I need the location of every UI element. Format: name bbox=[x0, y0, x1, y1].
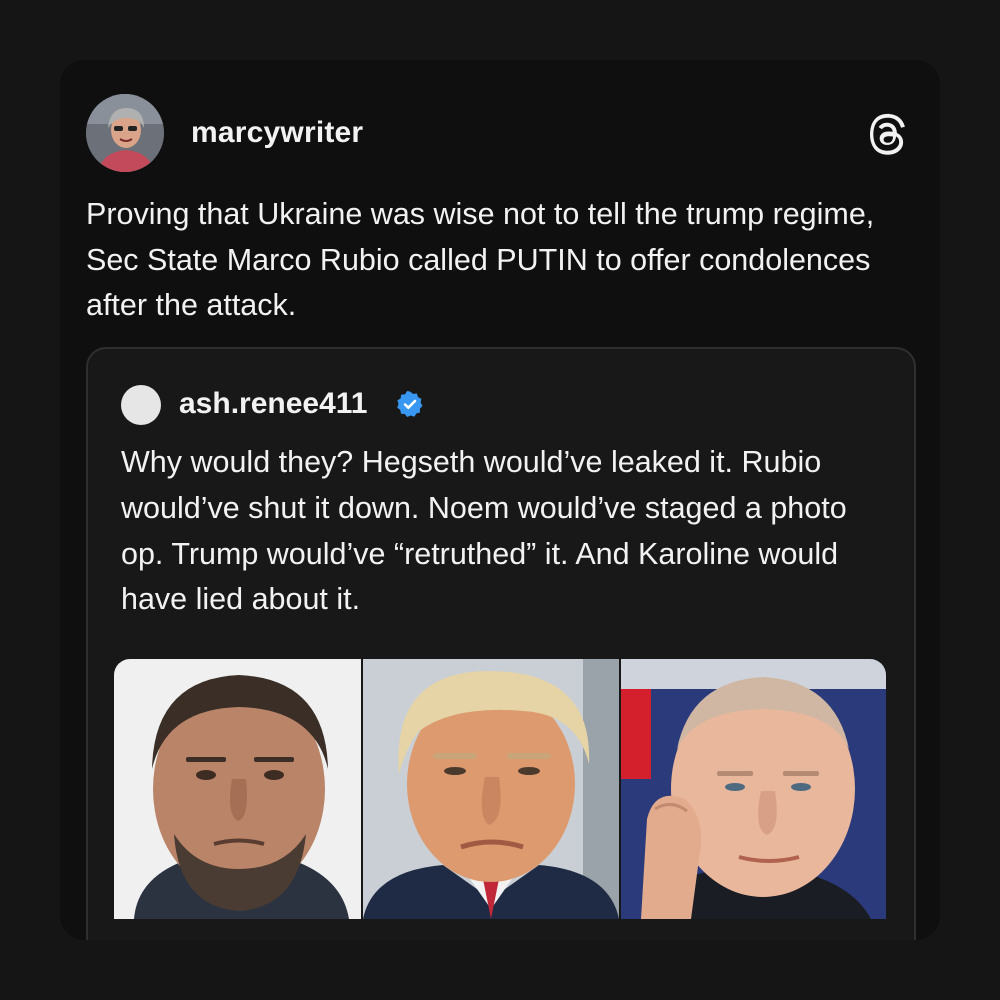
portrait-photo-1[interactable] bbox=[114, 659, 361, 919]
quoted-post-text: Why would they? Hegseth would’ve leaked … bbox=[121, 445, 847, 617]
portrait-photo-2[interactable] bbox=[363, 659, 619, 919]
quoted-user-avatar[interactable] bbox=[121, 385, 161, 425]
verified-badge-icon bbox=[396, 390, 424, 418]
user-avatar[interactable] bbox=[86, 94, 164, 172]
quoted-post[interactable]: ash.renee411 Why would they? Hegseth wou… bbox=[86, 347, 916, 940]
post-username[interactable]: marcywriter bbox=[191, 116, 363, 150]
post-text: Proving that Ukraine was wise not to tel… bbox=[86, 197, 875, 322]
photo-carousel[interactable] bbox=[114, 659, 886, 919]
post-card: marcywriter Proving that Ukraine was wis… bbox=[60, 60, 940, 940]
threads-logo-icon[interactable] bbox=[864, 111, 912, 159]
avatar-photo bbox=[86, 94, 164, 172]
quoted-username[interactable]: ash.renee411 bbox=[179, 387, 367, 421]
portrait-photo-3[interactable] bbox=[621, 659, 886, 919]
